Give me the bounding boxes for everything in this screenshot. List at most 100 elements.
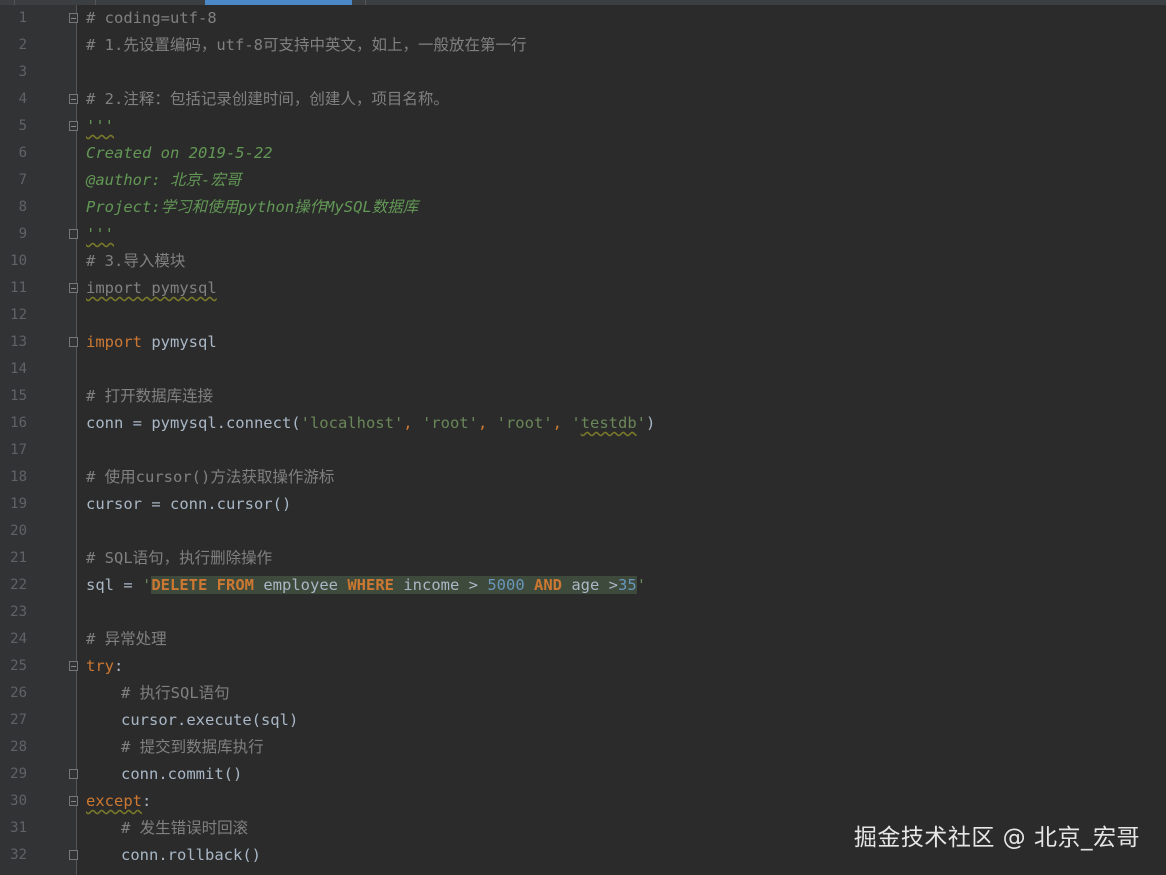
code-line[interactable]: 13 import pymysql [0,329,1166,356]
code-line[interactable]: 28 # 提交到数据库执行 [0,734,1166,761]
code-token: Project:学习和使用python操作MySQL数据库 [86,198,419,216]
fold-expand-icon[interactable] [69,661,78,671]
line-number: 13 [10,334,27,350]
fold-expand-icon[interactable] [69,94,78,104]
code-token: # 3.导入模块 [86,252,186,270]
code-line[interactable]: 14 [0,356,1166,383]
code-line[interactable]: 29 conn.commit() [0,761,1166,788]
code-token: # SQL语句，执行删除操作 [86,549,273,567]
code-token: # 执行SQL语句 [121,684,230,702]
code-text[interactable]: conn.rollback() [86,842,261,869]
line-number: 25 [10,658,27,674]
code-token: WHERE [347,576,394,594]
code-text[interactable]: cursor.execute(sql) [86,707,298,734]
line-number: 15 [10,388,27,404]
code-line[interactable]: 4 # 2.注释：包括记录创建时间，创建人，项目名称。 [0,86,1166,113]
code-text[interactable]: # coding=utf-8 [86,5,217,32]
code-token: conn.rollback() [121,846,261,864]
fold-expand-icon[interactable] [69,121,78,131]
code-text[interactable]: # 异常处理 [86,626,167,653]
fold-collapse-icon[interactable] [69,337,78,347]
code-token: ' [636,414,646,432]
code-line[interactable]: 5 ''' [0,113,1166,140]
code-text[interactable]: conn.commit() [86,761,242,788]
code-text[interactable]: ''' [86,113,114,140]
code-text[interactable]: sql = 'DELETE FROM employee WHERE income… [86,572,646,599]
code-text[interactable]: Created on 2019-5-22 [86,140,273,167]
code-token: ) [646,414,656,432]
code-token: except [86,792,142,810]
code-text[interactable]: @author: 北京-宏哥 [86,167,241,194]
code-line[interactable]: 6 Created on 2019-5-22 [0,140,1166,167]
code-line[interactable]: 22 sql = 'DELETE FROM employee WHERE inco… [0,572,1166,599]
code-token: # 打开数据库连接 [86,387,214,405]
code-line[interactable]: 20 [0,518,1166,545]
code-line[interactable]: 19 cursor = conn.cursor() [0,491,1166,518]
code-text[interactable]: # 2.注释：包括记录创建时间，创建人，项目名称。 [86,86,449,113]
code-line[interactable]: 26 # 执行SQL语句 [0,680,1166,707]
code-token: : [114,657,124,675]
code-token: 'root' [421,414,478,432]
line-number: 11 [10,280,27,296]
fold-collapse-icon[interactable] [69,229,78,239]
code-text[interactable]: import pymysql [86,275,217,302]
code-line[interactable]: 1 # coding=utf-8 [0,5,1166,32]
fold-expand-icon[interactable] [69,796,78,806]
code-line[interactable]: 3 [0,59,1166,86]
code-token: , [477,414,497,432]
code-text[interactable]: ''' [86,221,114,248]
code-token: 35 [618,576,637,594]
code-text[interactable]: # SQL语句，执行删除操作 [86,545,272,572]
code-line[interactable]: 25 try: [0,653,1166,680]
code-text[interactable]: # 提交到数据库执行 [86,734,264,761]
line-number: 7 [18,172,27,188]
fold-collapse-icon[interactable] [69,850,78,860]
code-line[interactable]: 17 [0,437,1166,464]
code-line[interactable]: 15 # 打开数据库连接 [0,383,1166,410]
code-line[interactable]: 23 [0,599,1166,626]
code-token: # 异常处理 [86,630,167,648]
code-line[interactable]: 30 except: [0,788,1166,815]
code-line[interactable]: 27 cursor.execute(sql) [0,707,1166,734]
code-text[interactable]: # 打开数据库连接 [86,383,213,410]
code-text[interactable]: # 1.先设置编码，utf-8可支持中英文，如上，一般放在第一行 [86,32,527,59]
watermark: 掘金技术社区 @ 北京_宏哥 [853,825,1140,851]
code-line[interactable]: 12 [0,302,1166,329]
code-text[interactable]: try: [86,653,123,680]
code-text[interactable]: cursor = conn.cursor() [86,491,291,518]
line-number: 17 [10,442,27,458]
code-line[interactable]: 8 Project:学习和使用python操作MySQL数据库 [0,194,1166,221]
code-text[interactable]: # 发生错误时回滚 [86,815,248,842]
code-line[interactable]: 16 conn = pymysql.connect('localhost', 'r… [0,410,1166,437]
code-text[interactable]: conn = pymysql.connect('localhost', 'roo… [86,410,655,437]
code-text[interactable]: # 执行SQL语句 [86,680,230,707]
code-text[interactable]: Project:学习和使用python操作MySQL数据库 [86,194,418,221]
code-text[interactable]: import pymysql [86,329,217,356]
code-editor[interactable]: 1 # coding=utf-8 2 # 1.先设置编码，utf-8可支持中英文，如上… [0,0,1166,875]
code-token: ' [142,576,152,594]
code-token: cursor = conn.cursor() [86,495,292,513]
code-line[interactable]: 11 import pymysql [0,275,1166,302]
code-line[interactable]: 2 # 1.先设置编码，utf-8可支持中英文，如上，一般放在第一行 [0,32,1166,59]
code-token: ''' [86,117,114,135]
fold-expand-icon[interactable] [69,283,78,293]
code-token: conn.commit() [121,765,243,783]
fold-expand-icon[interactable] [69,13,78,23]
code-lines[interactable]: 1 # coding=utf-8 2 # 1.先设置编码，utf-8可支持中英文，如上… [0,5,1166,869]
code-line[interactable]: 9 ''' [0,221,1166,248]
code-line[interactable]: 24 # 异常处理 [0,626,1166,653]
line-number: 16 [10,415,27,431]
code-text[interactable]: # 使用cursor()方法获取操作游标 [86,464,334,491]
code-line[interactable]: 10 # 3.导入模块 [0,248,1166,275]
code-text[interactable]: # 3.导入模块 [86,248,185,275]
line-number: 19 [10,496,27,512]
code-line[interactable]: 18 # 使用cursor()方法获取操作游标 [0,464,1166,491]
line-number: 6 [18,145,27,161]
line-number: 18 [10,469,27,485]
code-line[interactable]: 21 # SQL语句，执行删除操作 [0,545,1166,572]
code-text[interactable]: except: [86,788,151,815]
line-number: 5 [18,118,27,134]
fold-collapse-icon[interactable] [69,769,78,779]
code-line[interactable]: 7 @author: 北京-宏哥 [0,167,1166,194]
code-token: ' [571,414,581,432]
